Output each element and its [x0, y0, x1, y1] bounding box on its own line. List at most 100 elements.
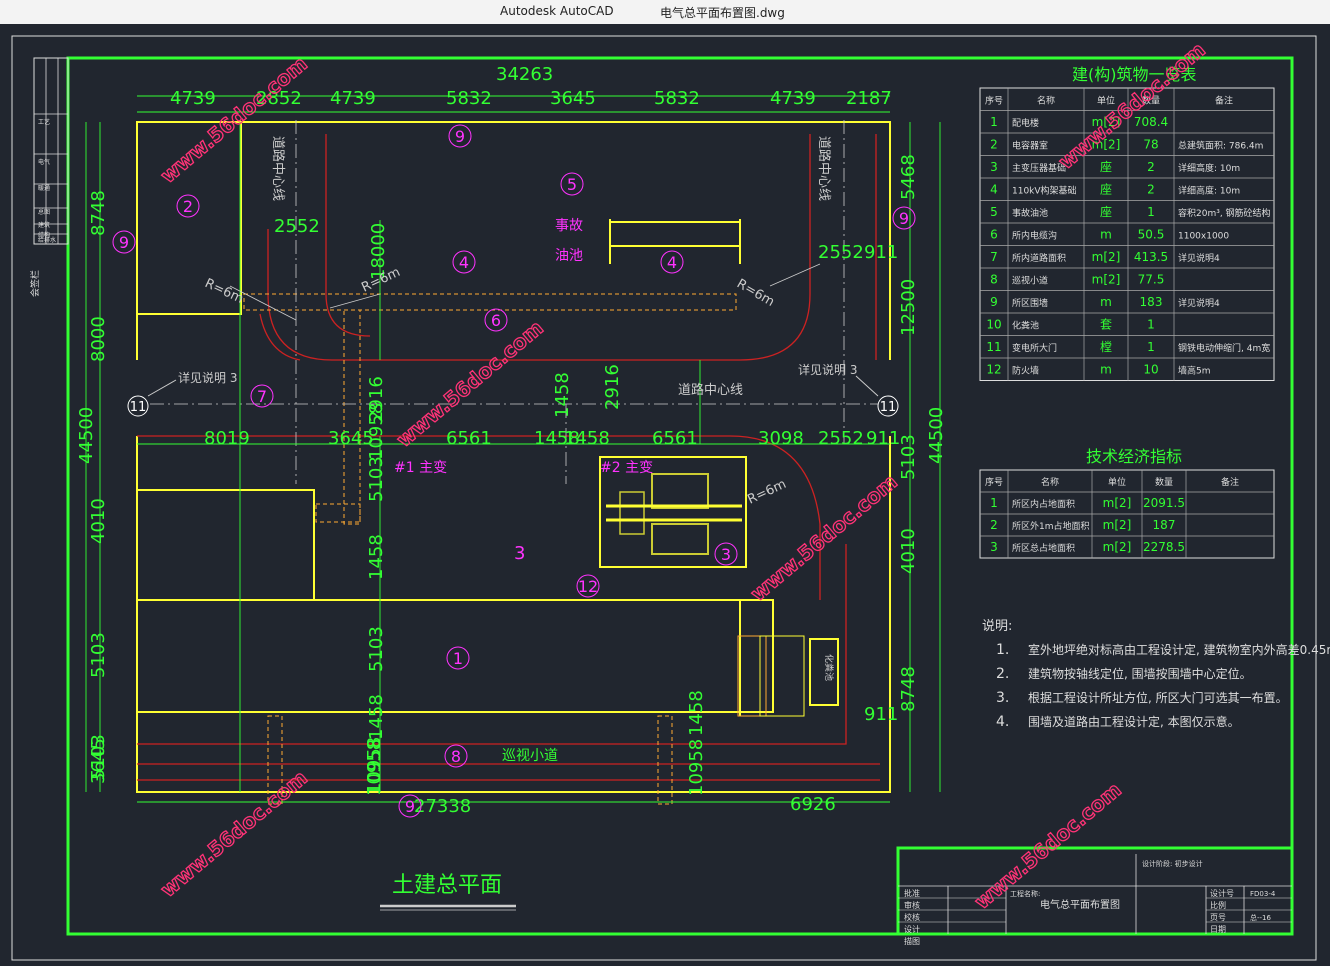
- dimension-label: 5832: [446, 88, 492, 109]
- notes: 说明: 1. 室外地坪绝对标高由工程设计定, 建筑物室内外高差0.45m。 2. 建筑物…: [982, 619, 1330, 730]
- table-cell: 11: [986, 340, 1001, 354]
- table-cell: 3: [990, 540, 998, 554]
- item-marker: 7: [250, 384, 274, 408]
- drawing-name: 电气总平面布置图: [1040, 898, 1120, 911]
- road-centerline-label: 道路中心线: [270, 136, 286, 201]
- svg-text:5: 5: [567, 175, 577, 194]
- table-cell: 变电所大门: [1012, 342, 1057, 354]
- road-centerline-label: 道路中心线: [816, 136, 832, 201]
- table-cell: 所区外1m占地面积: [1012, 520, 1090, 532]
- callout-label: 详见说明 3: [798, 362, 857, 377]
- item-marker: 4: [660, 250, 684, 274]
- svg-text:11: 11: [130, 400, 147, 415]
- table-cell: 配电楼: [1012, 117, 1039, 129]
- table-cell: m[2]: [1103, 540, 1132, 554]
- table-cell: 钢铁电动伸缩门, 4m宽: [1178, 342, 1270, 354]
- table-cell: 4: [990, 183, 998, 197]
- table-cell: 事故油池: [1012, 207, 1048, 219]
- road-centerline-label: 道路中心线: [678, 382, 743, 398]
- table-cell: 化粪池: [1012, 320, 1039, 332]
- dimension-label: 2187: [846, 88, 892, 109]
- table-header: 备注: [1215, 95, 1233, 107]
- table-cell: m: [1100, 295, 1112, 309]
- roads: [137, 134, 880, 781]
- drawing-canvas[interactable]: 工艺 电气 暖通 总图 建筑 结构 给排水 会签栏 34263 4739 285…: [0, 24, 1330, 966]
- dimension-label: 8748: [88, 190, 109, 236]
- svg-text:2: 2: [183, 197, 193, 216]
- project-value: 设计阶段: 初步设计: [1142, 859, 1203, 868]
- table-cell: 所内道路面积: [1012, 252, 1066, 264]
- title-block: 批准审核校核设计描图 设计号比例页号日期 FD03-4 总--16 工程名称: 设计阶段:…: [896, 846, 1294, 946]
- item-marker: 9: [112, 230, 136, 254]
- table-cell: m[2]: [1092, 250, 1121, 264]
- oil-pool-label-2: 油池: [555, 248, 583, 264]
- svg-text:4: 4: [667, 253, 677, 272]
- table-cell: 2091.5: [1143, 496, 1185, 510]
- table-cell: 8: [990, 273, 998, 287]
- table-cell: 套: [1100, 318, 1112, 332]
- table-header: 名称: [1037, 95, 1055, 107]
- dimension-label: 5103: [366, 626, 387, 672]
- dimension-label: 1458: [366, 534, 387, 580]
- item-marker: 6: [484, 308, 508, 332]
- table-cell: 78: [1143, 138, 1158, 152]
- dimension-label: 8000: [88, 316, 109, 362]
- table-cell: m[2]: [1092, 273, 1121, 287]
- transformer-2-equipment: [606, 473, 742, 555]
- table-cell: 10: [986, 318, 1001, 332]
- dimension-label: 5103: [898, 434, 919, 480]
- table-title: 技术经济指标: [1086, 447, 1182, 466]
- table-cell: 10: [1143, 363, 1158, 377]
- table-cell: 708.4: [1134, 115, 1168, 129]
- item-marker: 3: [714, 542, 738, 566]
- table-cell: 50.5: [1138, 228, 1165, 242]
- radius-label: R=6m: [202, 276, 245, 307]
- table-cell: 详细高度: 10m: [1178, 185, 1240, 197]
- note-number: 3.: [996, 690, 1009, 706]
- table-header: 序号: [985, 476, 1003, 488]
- titleblock-label: 比例: [1210, 900, 1226, 910]
- dimension-label: 10958: [686, 739, 707, 796]
- dimension-label: 6561: [652, 428, 698, 449]
- table-cell: 1: [1147, 340, 1155, 354]
- svg-text:8: 8: [451, 747, 461, 766]
- dimension-label: 911: [864, 242, 898, 263]
- titleblock-label: 设计: [904, 924, 920, 934]
- table-cell: 墙高5m: [1178, 365, 1211, 377]
- table-cell: 2: [1147, 183, 1155, 197]
- svg-text:9: 9: [899, 209, 909, 228]
- dimension-label: 4010: [898, 528, 919, 574]
- dimension-label: 3645: [550, 88, 596, 109]
- app-name: Autodesk AutoCAD: [500, 4, 614, 18]
- dimension-label: 1458: [564, 428, 610, 449]
- dimension-label: 2916: [602, 364, 623, 410]
- site-layout: [136, 121, 891, 793]
- building-outline-1: [137, 489, 741, 716]
- table-cell: 5: [990, 205, 998, 219]
- svg-text:12: 12: [578, 577, 598, 596]
- table-cell: 2278.5: [1143, 540, 1185, 554]
- left-panel-label: 电气: [38, 158, 50, 166]
- item-marker: 4: [452, 250, 476, 274]
- table-cell: m: [1100, 228, 1112, 242]
- watermark-text: www.56doc.com: [156, 51, 312, 187]
- table-cell: 1: [990, 115, 998, 129]
- watermark-text: www.56doc.com: [970, 777, 1126, 913]
- note-number: 2.: [996, 666, 1009, 682]
- titleblock-value: FD03-4: [1250, 890, 1276, 898]
- table-cell: 巡视小道: [1012, 275, 1048, 287]
- svg-text:3: 3: [721, 545, 731, 564]
- radius-label: R=6m: [734, 276, 777, 309]
- table-cell: 413.5: [1134, 250, 1168, 264]
- item-marker: 5: [560, 172, 584, 196]
- table-cell: 详见说明4: [1178, 297, 1220, 309]
- dimension-label: 911: [864, 704, 898, 725]
- table-cell: 所区内占地面积: [1012, 498, 1075, 510]
- titleblock-label: 页号: [1210, 913, 1226, 922]
- table-header: 序号: [985, 95, 1003, 107]
- note-text: 围墙及道路由工程设计定, 本图仅示意。: [1028, 714, 1240, 729]
- table-cell: 座: [1100, 182, 1112, 197]
- table-cell: 主变压器基础: [1012, 162, 1066, 174]
- item-marker: 12: [576, 574, 600, 598]
- file-name: 电气总平面布置图.dwg: [660, 6, 785, 20]
